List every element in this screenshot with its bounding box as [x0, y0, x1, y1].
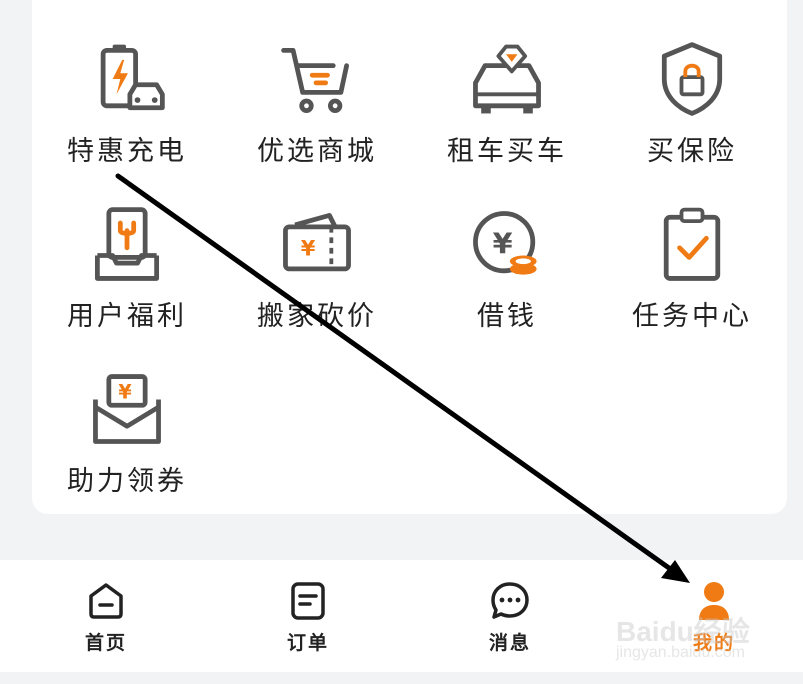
service-label: 借钱	[477, 301, 537, 332]
clipboard-check-icon	[647, 200, 737, 290]
coupon-envelope-icon: ¥	[82, 365, 172, 455]
svg-text:¥: ¥	[118, 381, 132, 404]
service-item-coupon[interactable]: ¥ 助力领券	[32, 365, 222, 515]
service-item-car[interactable]: 租车买车	[412, 35, 602, 185]
svg-text:¥: ¥	[493, 227, 513, 261]
user-profile-icon	[699, 582, 729, 620]
service-label: 租车买车	[447, 136, 567, 167]
service-item-tasks[interactable]: 任务中心	[597, 200, 787, 350]
service-label: 优选商城	[257, 136, 377, 167]
svg-text:¥: ¥	[301, 236, 316, 261]
tab-label: 我的	[692, 632, 735, 654]
shield-lock-icon	[647, 35, 737, 125]
shopping-cart-icon	[272, 35, 362, 125]
service-item-charging[interactable]: 特惠充电	[32, 35, 222, 185]
tab-label: 消息	[488, 632, 531, 654]
charging-car-icon	[82, 35, 172, 125]
service-item-welfare[interactable]: 用户福利	[32, 200, 222, 350]
tab-orders[interactable]: 订单	[248, 580, 368, 655]
service-item-loan[interactable]: ¥ 借钱	[412, 200, 602, 350]
service-item-moving[interactable]: ¥ 搬家砍价	[222, 200, 412, 350]
tab-label: 首页	[84, 632, 127, 654]
service-label: 任务中心	[632, 301, 752, 332]
service-item-insurance[interactable]: 买保险	[597, 35, 787, 185]
services-card: 特惠充电 优选商城 租车买车 买保险 用户福利 ¥ 搬家砍价 ¥ 借钱 任务中心…	[32, 0, 787, 514]
service-label: 助力领券	[67, 466, 187, 497]
service-label: 搬家砍价	[257, 301, 377, 332]
yuan-coin-icon: ¥	[462, 200, 552, 290]
order-doc-icon	[291, 582, 325, 620]
service-label: 特惠充电	[67, 136, 187, 167]
wallet-ticket-icon: ¥	[272, 200, 362, 290]
tab-profile[interactable]: 我的	[654, 580, 774, 655]
bottom-tab-bar: 首页 订单 消息 我的	[0, 560, 803, 672]
gift-card-icon	[82, 200, 172, 290]
home-icon	[89, 583, 123, 619]
service-label: 用户福利	[67, 301, 187, 332]
tab-messages[interactable]: 消息	[450, 580, 570, 655]
tab-label: 订单	[286, 632, 329, 654]
service-item-mall[interactable]: 优选商城	[222, 35, 412, 185]
car-diamond-icon	[462, 35, 552, 125]
tab-home[interactable]: 首页	[46, 580, 166, 655]
chat-bubble-icon	[491, 582, 529, 619]
service-label: 买保险	[647, 136, 737, 167]
